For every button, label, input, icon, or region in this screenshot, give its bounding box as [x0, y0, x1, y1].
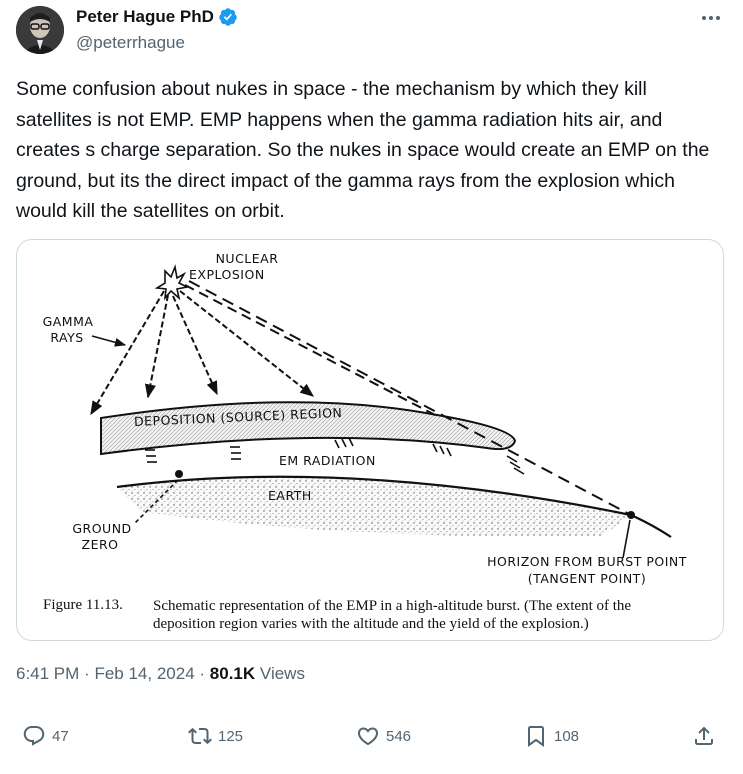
author-handle[interactable]: @peterrhague [76, 33, 185, 53]
gamma-ray-3 [172, 295, 218, 396]
bookmark-icon [528, 726, 544, 747]
tweet-meta: 6:41 PM · Feb 14, 2024 · 80.1K Views [16, 664, 305, 684]
reply-button[interactable]: 47 [22, 724, 69, 748]
tweet-time[interactable]: 6:41 PM [16, 664, 79, 683]
label-nuclear: NUCLEAR [215, 251, 279, 266]
tweet-date[interactable]: Feb 14, 2024 [94, 664, 194, 683]
share-icon [695, 726, 713, 745]
ground-zero-point [175, 470, 183, 478]
tangent-point [627, 511, 635, 519]
label-zero: ZERO [81, 537, 119, 552]
label-explosion: EXPLOSION [189, 267, 265, 282]
like-button[interactable]: 546 [356, 724, 411, 748]
label-ground: GROUND [72, 521, 132, 536]
gamma-pointer [91, 335, 127, 347]
label-rays: RAYS [50, 330, 84, 345]
meta-separator: · [84, 664, 90, 683]
verified-badge-icon [219, 8, 237, 26]
avatar[interactable] [16, 6, 64, 54]
label-em-radiation: EM RADIATION [279, 453, 376, 468]
label-earth: EARTH [268, 488, 312, 503]
reply-count: 47 [52, 727, 69, 745]
bookmark-button[interactable]: 108 [524, 724, 579, 748]
meta-separator: · [199, 664, 206, 683]
share-button[interactable] [692, 724, 716, 748]
gamma-ray-5 [184, 284, 438, 417]
label-horizon: HORIZON FROM BURST POINT [487, 554, 687, 569]
like-icon [357, 727, 379, 746]
figure-caption-number: Figure 11.13. [43, 597, 123, 613]
author-name-text: Peter Hague PhD [76, 7, 214, 26]
repost-count: 125 [218, 727, 244, 745]
tweet-text: Some confusion about nukes in space - th… [16, 78, 710, 222]
figure-caption-text: Schematic representation of the EMP in a… [153, 598, 632, 632]
bookmark-count: 108 [554, 727, 580, 745]
gamma-ray-2 [144, 294, 169, 399]
avatar-image [16, 6, 64, 54]
gamma-ray-4 [179, 290, 315, 397]
like-count: 546 [386, 727, 412, 745]
label-gamma: GAMMA [42, 314, 94, 329]
label-tangent: (TANGENT POINT) [527, 571, 647, 586]
views-label: Views [259, 664, 305, 683]
media-card[interactable]: NUCLEAR EXPLOSION GAMMA RAYS DEPOSITION … [16, 239, 724, 641]
more-icon[interactable] [700, 10, 722, 26]
actions-bar: 47 125 546 108 [0, 718, 743, 758]
repost-button[interactable]: 125 [188, 724, 243, 748]
views-count: 80.1K [209, 664, 256, 683]
earth-region [117, 476, 631, 537]
tangent-pointer [622, 519, 631, 559]
repost-icon [188, 727, 212, 745]
gamma-ray-1 [90, 290, 165, 416]
reply-icon [23, 726, 45, 746]
author-name[interactable]: Peter Hague PhD [76, 7, 238, 27]
